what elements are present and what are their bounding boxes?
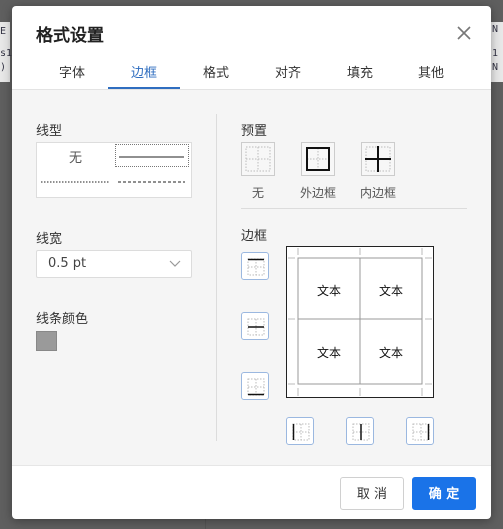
border-middle-horizontal-button[interactable] [241,312,269,340]
border-outer-icon [306,147,330,171]
preset-none-label: 无 [251,186,264,200]
section-divider [241,208,467,209]
dialog-title: 格式设置 [36,26,104,46]
line-color-label: 线条颜色 [36,312,89,327]
border-middle-vertical-button[interactable] [346,417,374,445]
preview-cell-text: 文本 [378,346,403,360]
background-sheet-left: E s1 ) [0,22,13,82]
tab-bar: 字体 边框 格式 对齐 填充 其他 [36,66,479,90]
tab-fill[interactable]: 填充 [324,66,396,90]
border-none-icon [245,146,271,172]
background-text: 1 [492,48,499,59]
border-top-icon [247,258,265,276]
preview-cell-text: 文本 [378,284,403,298]
border-tab-panel: 线型 无 线宽 0.5 pt 线条颜色 预置 无 外边框 内边框 边框 文本 文… [12,90,491,465]
preset-outer-button[interactable] [301,142,335,176]
preview-cell-text: 文本 [316,346,341,360]
line-style-picker: 无 [36,142,192,198]
line-width-value: 0.5 pt [48,256,87,271]
border-top-button[interactable] [241,252,269,280]
presets-label: 预置 [241,124,268,139]
background-text: E [0,26,7,37]
border-middle-vertical-icon [352,423,370,441]
line-style-thin-solid[interactable] [115,144,189,167]
close-icon[interactable] [455,24,473,42]
line-style-dotted[interactable] [39,173,111,191]
preset-none-button[interactable] [241,142,275,176]
border-right-icon [412,423,430,441]
border-right-button[interactable] [406,417,434,445]
chevron-down-icon [169,258,181,273]
tab-font[interactable]: 字体 [36,66,108,90]
line-style-label: 线型 [36,124,63,139]
background-text: s1 [0,48,13,59]
border-bottom-icon [247,378,265,396]
border-inner-icon [365,146,391,172]
preset-inner-button[interactable] [361,142,395,176]
footer-divider [12,465,491,466]
preview-grid [288,248,432,396]
line-color-swatch[interactable] [36,331,57,351]
tab-border[interactable]: 边框 [108,66,180,90]
border-label: 边框 [241,229,268,244]
cancel-button[interactable]: 取 消 [340,477,404,510]
border-left-icon [292,423,310,441]
background-text: N [492,24,499,35]
border-left-button[interactable] [286,417,314,445]
line-style-dashed[interactable] [115,173,189,191]
preset-outer-label: 外边框 [299,186,336,200]
format-settings-dialog: 格式设置 字体 边框 格式 对齐 填充 其他 线型 无 线宽 0.5 pt 线条… [12,6,491,519]
background-text: ) [0,62,7,73]
ok-button[interactable]: 确 定 [412,477,476,510]
line-width-label: 线宽 [36,232,63,247]
tab-other[interactable]: 其他 [395,66,467,90]
background-text: N [492,62,499,73]
line-width-select[interactable]: 0.5 pt [36,250,192,278]
line-style-none[interactable]: 无 [37,147,114,166]
border-middle-horizontal-icon [247,318,265,336]
border-bottom-button[interactable] [241,372,269,400]
tab-format[interactable]: 格式 [180,66,252,90]
preset-inner-label: 内边框 [359,186,396,200]
tab-align[interactable]: 对齐 [252,66,324,90]
background-sheet-right: N 1 N [491,22,503,82]
preview-cell-text: 文本 [316,284,341,298]
border-preview[interactable]: 文本 文本 文本 文本 [286,246,434,398]
column-divider [216,114,217,441]
